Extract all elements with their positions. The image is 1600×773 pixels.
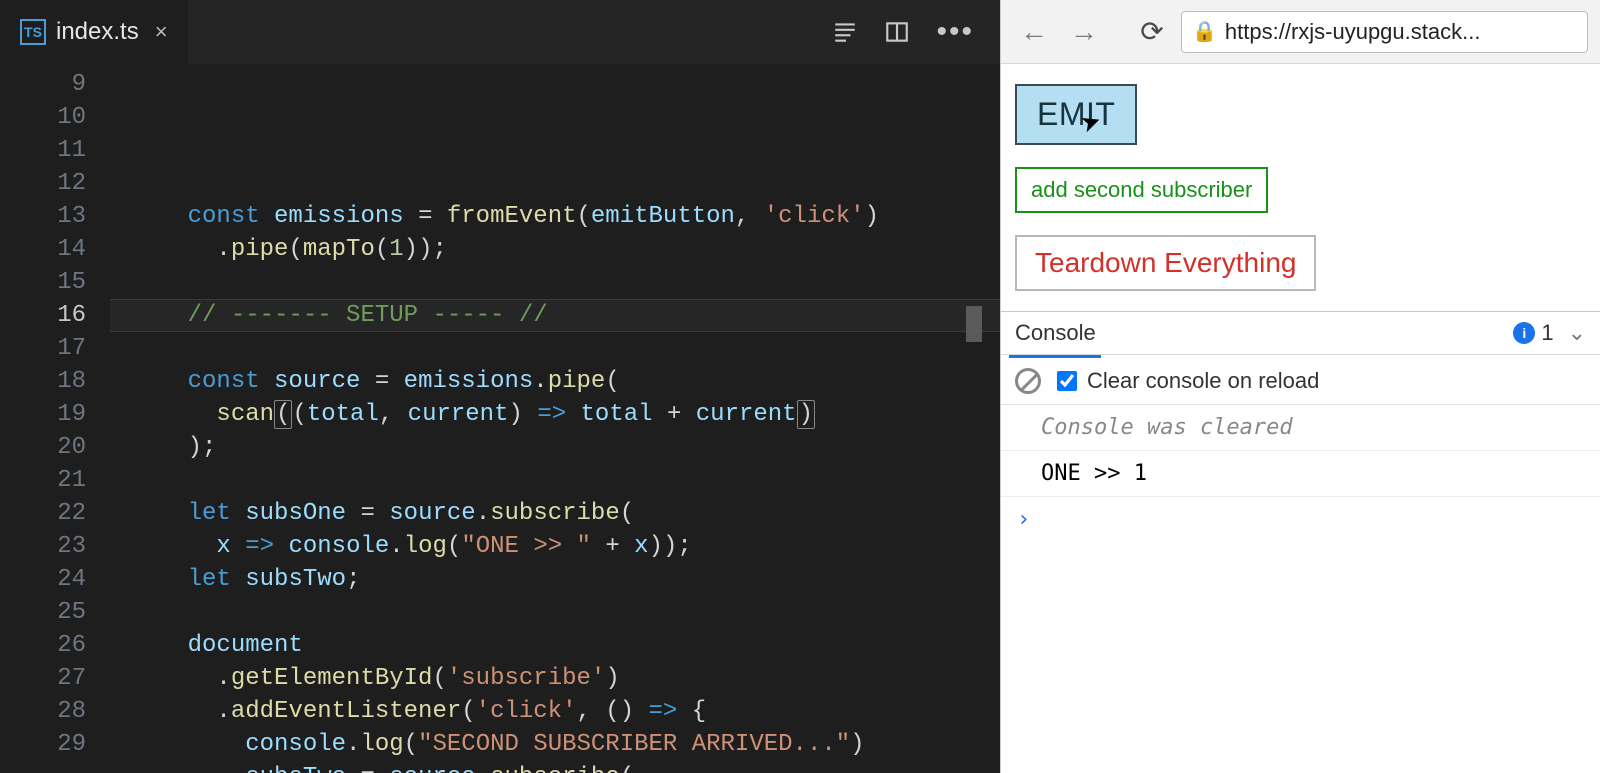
console-row: Console was cleared (1001, 405, 1600, 451)
tab-index-ts[interactable]: TS index.ts × (0, 0, 188, 64)
console-row: ONE >> 1 (1001, 451, 1600, 497)
console-header: Console i 1 ⌄ (1001, 312, 1600, 355)
browser-pane: ← → ⟳ 🔒 https://rxjs-uyupgu.stack... EMI… (1000, 0, 1600, 773)
teardown-button[interactable]: Teardown Everything (1015, 235, 1316, 291)
forward-icon[interactable]: → (1063, 11, 1105, 53)
console-body: Console was clearedONE >> 1› (1001, 405, 1600, 542)
info-icon[interactable]: i (1513, 322, 1535, 344)
ts-file-icon: TS (20, 19, 46, 45)
editor-pane: TS index.ts × ••• 9101112131415161718192… (0, 0, 1000, 773)
url-text: https://rxjs-uyupgu.stack... (1225, 19, 1481, 45)
close-tab-icon[interactable]: × (155, 19, 168, 45)
list-icon[interactable] (832, 19, 858, 45)
add-subscriber-button[interactable]: add second subscriber (1015, 167, 1268, 213)
code-body[interactable]: const emissions = fromEvent(emitButton, … (110, 64, 1000, 773)
chevron-down-icon[interactable]: ⌄ (1568, 320, 1586, 346)
console-toolbar: Clear console on reload (1001, 358, 1600, 405)
code-editor[interactable]: 9101112131415161718192021222324252627282… (0, 64, 1000, 773)
browser-navbar: ← → ⟳ 🔒 https://rxjs-uyupgu.stack... (1001, 0, 1600, 64)
clear-on-reload-toggle[interactable]: Clear console on reload (1057, 368, 1319, 394)
info-count: 1 (1541, 320, 1553, 346)
more-icon[interactable]: ••• (936, 17, 974, 47)
console-tab[interactable]: Console (1015, 320, 1096, 346)
tabbar-actions: ••• (806, 0, 1000, 64)
split-view-icon[interactable] (884, 19, 910, 45)
line-gutter: 9101112131415161718192021222324252627282… (0, 64, 110, 773)
url-bar[interactable]: 🔒 https://rxjs-uyupgu.stack... (1181, 11, 1588, 53)
clear-on-reload-checkbox[interactable] (1057, 371, 1077, 391)
page-body: EMIT ➤ add second subscriber Teardown Ev… (1001, 64, 1600, 311)
console-prompt[interactable]: › (1001, 497, 1600, 542)
lock-icon: 🔒 (1192, 19, 1217, 44)
tab-filename: index.ts (56, 18, 139, 46)
emit-button[interactable]: EMIT ➤ (1015, 84, 1137, 145)
back-icon[interactable]: ← (1013, 11, 1055, 53)
clear-console-icon[interactable] (1015, 368, 1041, 394)
reload-icon[interactable]: ⟳ (1131, 11, 1173, 53)
clear-on-reload-label: Clear console on reload (1087, 368, 1319, 394)
active-line-highlight (110, 299, 1000, 332)
minimap-viewport[interactable] (966, 306, 982, 342)
editor-tabbar: TS index.ts × ••• (0, 0, 1000, 64)
devtools-console: Console i 1 ⌄ Clear console on reload Co… (1001, 311, 1600, 773)
